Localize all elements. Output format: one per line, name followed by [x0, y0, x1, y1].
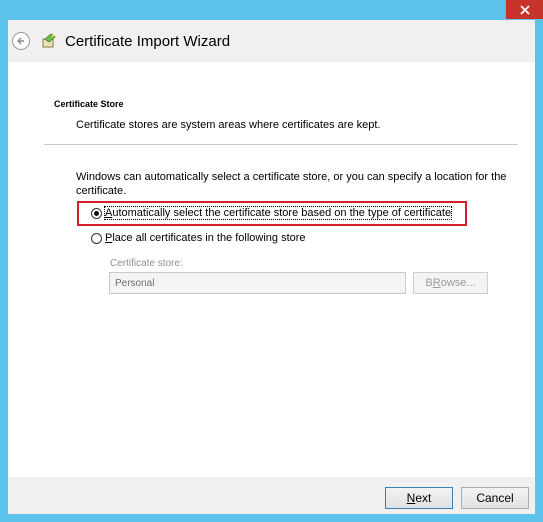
- divider: [44, 144, 518, 145]
- section-description: Certificate stores are system areas wher…: [76, 119, 381, 131]
- close-icon: [519, 4, 530, 15]
- radio-manual-text: lace all certificates in the following s…: [112, 232, 306, 244]
- radio-place-store[interactable]: Place all certificates in the following …: [91, 232, 306, 244]
- radio-auto-text: utomatically select the certificate stor…: [112, 207, 452, 219]
- section-title: Certificate Store: [54, 99, 124, 109]
- cancel-button[interactable]: Cancel: [461, 487, 529, 509]
- next-button[interactable]: Next: [385, 487, 453, 509]
- radio-dot: [94, 210, 99, 216]
- radio-button-selected[interactable]: [91, 207, 102, 219]
- close-button[interactable]: [506, 0, 543, 19]
- radio-auto-select[interactable]: Automatically select the certificate sto…: [91, 206, 453, 220]
- wizard-footer: Next Cancel: [8, 477, 535, 514]
- browse-button[interactable]: BRowse...: [413, 272, 488, 294]
- back-button[interactable]: [12, 32, 30, 50]
- next-text: ext: [415, 491, 432, 505]
- mnemonic-r: R: [432, 277, 441, 289]
- wizard-content: Certificate Store Certificate stores are…: [8, 62, 535, 477]
- radio-button-unselected[interactable]: [91, 232, 102, 244]
- browse-pre: B: [425, 277, 433, 289]
- radio-auto-label[interactable]: Automatically select the certificate sto…: [103, 206, 453, 220]
- certificate-store-input[interactable]: [109, 272, 406, 294]
- certificate-store-label: Certificate store:: [110, 258, 183, 269]
- browse-post: owse...: [440, 277, 476, 289]
- back-arrow-icon: [17, 37, 24, 45]
- intro-text: Windows can automatically select a certi…: [76, 171, 507, 197]
- wizard-header: Certificate Import Wizard: [8, 20, 535, 62]
- radio-manual-label[interactable]: Place all certificates in the following …: [105, 232, 306, 244]
- certificate-wizard-icon: [42, 33, 56, 48]
- window-title: Certificate Import Wizard: [65, 33, 231, 50]
